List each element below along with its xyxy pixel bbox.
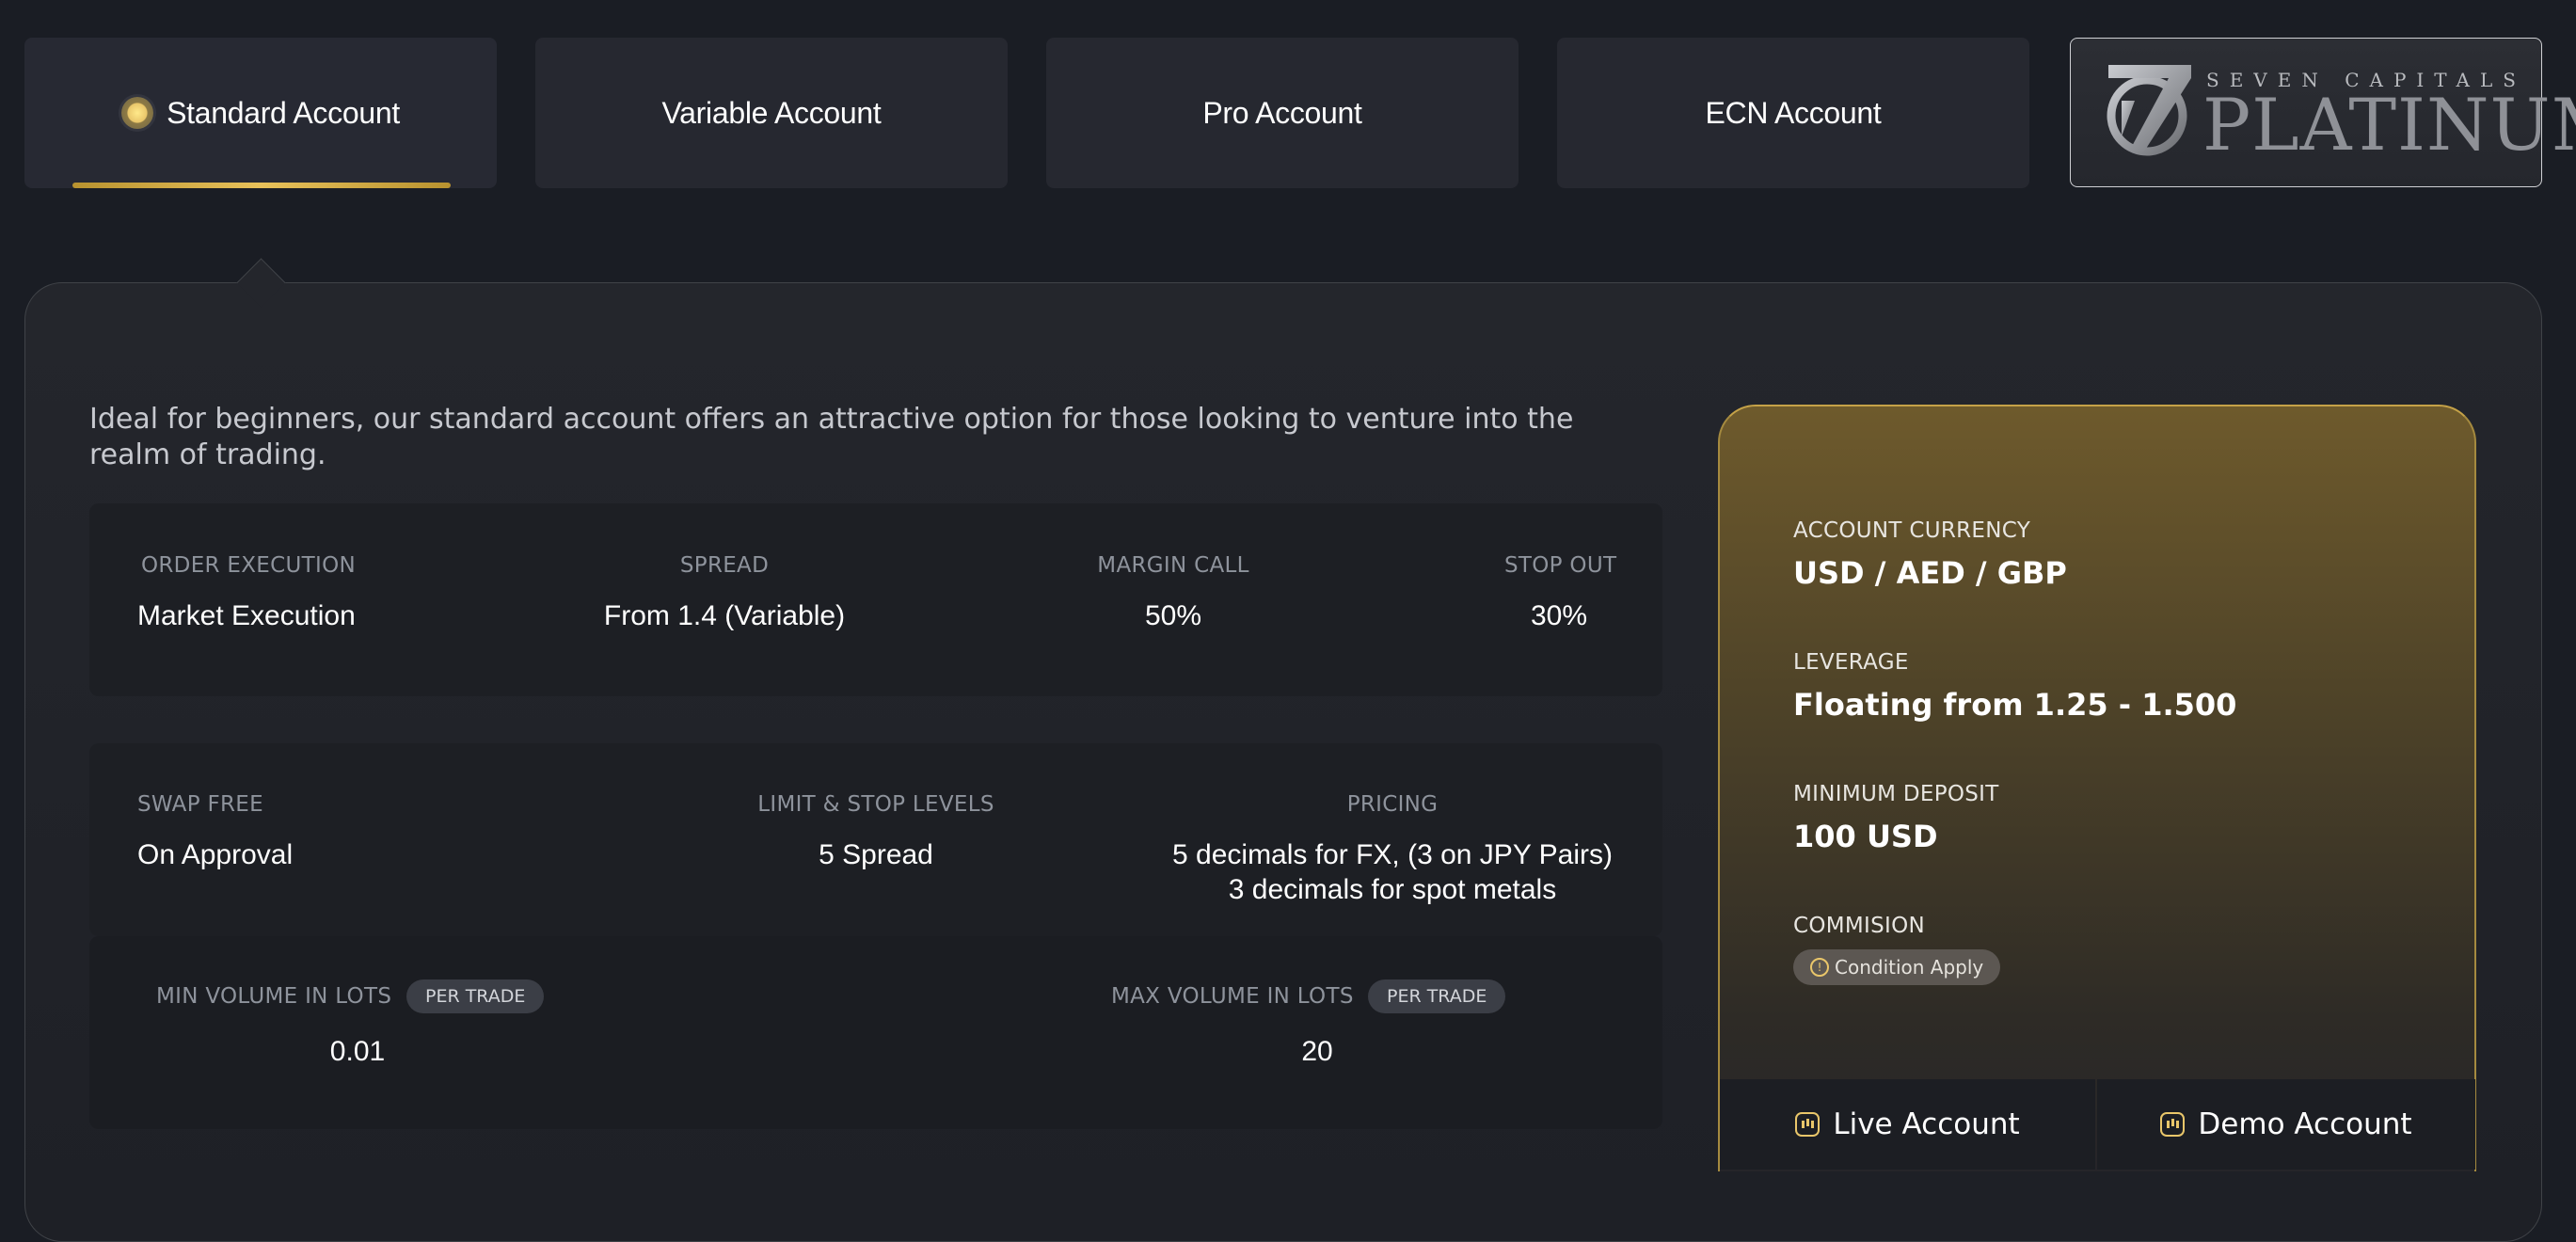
tab-label: Pro Account (1202, 95, 1362, 130)
platinum-logo-tab[interactable]: SEVEN CAPITALS PLATINUM (2070, 38, 2576, 187)
leverage-label: LEVERAGE (1793, 650, 1909, 675)
spec-label-spread: SPREAD (679, 553, 770, 578)
min-volume-value: 0.01 (329, 1036, 386, 1067)
condition-apply-text: Condition Apply (1835, 956, 1984, 979)
leverage-value: Floating from 1.25 - 1.500 (1793, 687, 2237, 723)
spec-value-swap-free: On Approval (137, 839, 294, 870)
spec-label-swap-free: SWAP FREE (137, 792, 263, 817)
demo-account-button[interactable]: Demo Account (2097, 1079, 2475, 1170)
spec-value-pricing-line1: 5 decimals for FX, (3 on JPY Pairs) (1172, 839, 1613, 870)
max-volume-value: 20 (1301, 1036, 1333, 1067)
spec-label-stop-out: STOP OUT (1504, 553, 1617, 578)
account-description: Ideal for beginners, our standard accoun… (89, 403, 1574, 471)
max-volume-per-trade-badge: PER TRADE (1368, 979, 1506, 1013)
tab-label: ECN Account (1705, 95, 1882, 130)
commission-label: COMMISION (1793, 914, 1926, 938)
spec-label-order-execution: ORDER EXECUTION (141, 553, 356, 578)
live-account-button[interactable]: Live Account (1720, 1079, 2095, 1170)
tab-label: Variable Account (661, 95, 882, 130)
spec-value-pricing-line2: 3 decimals for spot metals (1228, 874, 1557, 905)
account-currency-value: USD / AED / GBP (1793, 555, 2067, 591)
demo-account-label: Demo Account (2198, 1107, 2412, 1141)
min-volume-label: MIN VOLUME IN LOTS (156, 984, 392, 1009)
volume-box (89, 936, 1662, 1129)
tab-label: Standard Account (167, 95, 400, 130)
active-tab-indicator (72, 183, 451, 188)
chart-icon (1795, 1112, 1821, 1137)
spec-label-pricing: PRICING (1346, 792, 1439, 817)
account-currency-label: ACCOUNT CURRENCY (1793, 518, 2031, 543)
chat-icon (2160, 1112, 2186, 1137)
max-volume-label: MAX VOLUME IN LOTS (1111, 984, 1354, 1009)
spec-value-limit-stop: 5 Spread (819, 839, 933, 870)
tab-variable-account[interactable]: Variable Account (535, 38, 1008, 188)
min-volume-per-trade-badge: PER TRADE (406, 979, 545, 1013)
condition-apply-badge[interactable]: ! Condition Apply (1793, 949, 2001, 985)
live-account-label: Live Account (1833, 1107, 2020, 1141)
spec-value-spread: From 1.4 (Variable) (603, 600, 846, 631)
minimum-deposit-value: 100 USD (1793, 819, 1938, 854)
minimum-deposit-label: MINIMUM DEPOSIT (1793, 782, 1999, 806)
logo-wordmark-main: PLATINUM (2202, 83, 2576, 167)
radio-selected-icon (121, 97, 154, 129)
tab-ecn-account[interactable]: ECN Account (1557, 38, 2029, 188)
tab-standard-account[interactable]: Standard Account (24, 38, 497, 188)
spec-label-margin-call: MARGIN CALL (1097, 553, 1249, 578)
seven-capitals-logo-icon (2107, 65, 2191, 156)
spec-value-order-execution: Market Execution (137, 600, 356, 631)
tab-pro-account[interactable]: Pro Account (1046, 38, 1519, 188)
spec-label-limit-stop: LIMIT & STOP LEVELS (757, 792, 994, 817)
spec-value-margin-call: 50% (1144, 600, 1202, 631)
spec-value-stop-out: 30% (1530, 600, 1588, 631)
info-icon: ! (1810, 958, 1829, 977)
